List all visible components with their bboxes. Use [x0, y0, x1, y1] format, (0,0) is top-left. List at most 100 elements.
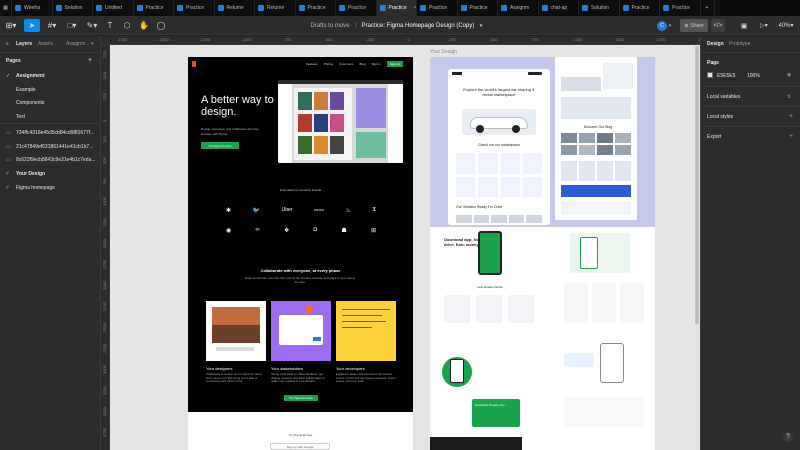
local-styles-label[interactable]: Local styles [707, 114, 733, 120]
bg-color-hex[interactable]: E5E5E5 [717, 73, 735, 79]
tab-layers[interactable]: Layers [16, 41, 32, 47]
figma-menu-icon[interactable]: ▦ [0, 0, 12, 16]
tab-6[interactable]: Relume [255, 0, 296, 16]
tab-9[interactable]: Practice × [376, 0, 417, 16]
bg-color-swatch[interactable] [707, 72, 713, 78]
user-add-icon: ⊕ [684, 22, 689, 29]
ruler-tick-label: 1000 [102, 197, 107, 206]
figma-file-icon [217, 5, 224, 11]
pen-tool-icon[interactable]: ✎▾ [84, 19, 100, 32]
help-button[interactable]: ? [783, 432, 793, 442]
ruler-tick-label: 1250 [102, 218, 107, 227]
card-text: Collaborate in context and in real time.… [206, 372, 262, 384]
canvas-scrollbar[interactable] [695, 46, 699, 324]
figma-file-icon [258, 5, 264, 11]
page-switch-chevron-icon[interactable]: ▾ [91, 41, 94, 47]
tab-3[interactable]: Practice [134, 0, 174, 16]
add-export-icon[interactable]: + [789, 133, 793, 140]
frame-label-your-design[interactable]: Your Design [430, 49, 457, 55]
move-tool-icon[interactable]: ➤ [24, 19, 40, 32]
page-item[interactable]: Assignment [16, 73, 45, 79]
divider [701, 106, 800, 107]
image-layer-icon: ▭ [6, 130, 11, 136]
chevron-down-icon[interactable]: ▾ [478, 19, 484, 32]
file-name[interactable]: Practice: Figma Homepage Design (Copy) [358, 19, 478, 32]
main-menu-icon[interactable]: ⊞▾ [4, 19, 18, 32]
shape-tool-icon[interactable]: □▾ [64, 19, 80, 32]
frame-tool-icon[interactable]: #▾ [44, 19, 60, 32]
github-icon: ◉ [226, 228, 232, 234]
tab-5[interactable]: Relume [215, 0, 255, 16]
uber-icon: Uber [281, 207, 293, 213]
zoom-dropdown[interactable]: 40% ▾ [776, 19, 796, 32]
resources-tool-icon[interactable]: ⬡ [121, 19, 133, 32]
ruler-tick-label: 2750 [102, 344, 107, 353]
export-label[interactable]: Export [707, 134, 721, 140]
comment-tool-icon[interactable]: ◯ [155, 19, 167, 32]
eye-icon[interactable]: ◉ [787, 72, 791, 78]
tab-0[interactable]: Wirefra [12, 0, 53, 16]
your-design-frame[interactable]: Explore the world's largest car sharing … [430, 57, 655, 450]
nav-item[interactable]: Features [306, 62, 318, 66]
google-signup-button[interactable]: Sign up with Google [270, 443, 330, 450]
layer-item[interactable]: 734ffc4318e45d5cb84cd98f1677f... [16, 130, 94, 136]
page-item[interactable]: Example [16, 87, 35, 93]
nav-item[interactable]: Blog [360, 62, 366, 66]
frame-layer-item[interactable]: Your Design [16, 171, 45, 177]
avatar-chevron-icon[interactable]: ▾ [667, 19, 673, 32]
frame-layer-item[interactable]: Figma homepage [16, 185, 55, 191]
hero-product-screenshot [278, 80, 403, 163]
tab-8[interactable]: Practice [336, 0, 377, 16]
breadcrumb-drafts[interactable]: Drafts to move [300, 19, 360, 32]
hero-cta-button[interactable]: Try Figma for free [201, 142, 239, 149]
nav-item[interactable]: Sign up [386, 61, 403, 67]
nav-item[interactable]: Sign in [372, 62, 381, 66]
figma-homepage-frame[interactable]: Features Pricing Customers Blog Sign in Sign … [188, 57, 413, 412]
text-tool-icon[interactable]: T [104, 19, 116, 32]
trusted-brands-title: Empowering innovative brands [279, 188, 322, 192]
add-style-icon[interactable]: + [789, 113, 793, 120]
tab-16[interactable]: Practice [660, 0, 701, 16]
avatar[interactable]: C [657, 21, 667, 31]
share-button[interactable]: ⊕ Share [680, 19, 708, 32]
blog-site-page: Discover Our Blog [555, 57, 637, 220]
tab-1[interactable]: Solution [53, 0, 93, 16]
hand-tool-icon[interactable]: ✋ [138, 19, 150, 32]
present-icon[interactable]: ▷▾ [757, 19, 771, 32]
tab-14[interactable]: Solution [579, 0, 620, 16]
tab-assets[interactable]: Assets [38, 41, 53, 47]
tab-11[interactable]: Practice [458, 0, 498, 16]
local-variables-label[interactable]: Local variables [707, 94, 740, 100]
variables-adjust-icon[interactable]: ⇅ [787, 94, 791, 100]
how-steps [444, 295, 534, 323]
bg-color-opacity[interactable]: 100% [747, 73, 760, 79]
library-icon[interactable]: ▣ [739, 19, 749, 32]
tab-12[interactable]: Assignm [498, 0, 539, 16]
layer-item[interactable]: 21c47849ef631861441e41cb1b7... [16, 144, 93, 150]
tab-15[interactable]: Practice [620, 0, 660, 16]
phone-small-mockup [450, 359, 464, 383]
figma-file-icon [460, 5, 467, 11]
add-tab-icon[interactable]: + [701, 0, 715, 16]
nav-item[interactable]: Pricing [324, 62, 333, 66]
ruler-left: -750 -500 -250 0 250 500 750 1000 1250 1500 1750 20… [101, 45, 110, 450]
tab-7[interactable]: Practice [296, 0, 336, 16]
page-item[interactable]: Text [16, 114, 25, 120]
add-page-icon[interactable]: + [88, 57, 92, 64]
tab-4[interactable]: Practice [174, 0, 215, 16]
page-switch[interactable]: Assignm... [66, 41, 89, 47]
dev-mode-icon[interactable]: </> [711, 19, 725, 32]
second-cta-button[interactable]: Try Figma for free [284, 395, 318, 401]
tab-prototype[interactable]: Prototype [729, 41, 750, 47]
car-categories-grid [456, 153, 542, 197]
layer-item[interactable]: 8c623f9ecb8843c9e31e4b1c7eda... [16, 157, 96, 163]
frame-icon: # [6, 171, 9, 177]
car-ready-title: Our Vehicles Ready For Drive [456, 205, 503, 209]
search-icon[interactable]: ⌕ [6, 41, 9, 47]
nav-item[interactable]: Customers [339, 62, 354, 66]
tab-10[interactable]: Practice [417, 0, 458, 16]
tab-design[interactable]: Design [707, 41, 724, 47]
tab-2[interactable]: Untitled [93, 0, 134, 16]
page-item[interactable]: Components [16, 100, 44, 106]
tab-13[interactable]: chat-ap [539, 0, 579, 16]
